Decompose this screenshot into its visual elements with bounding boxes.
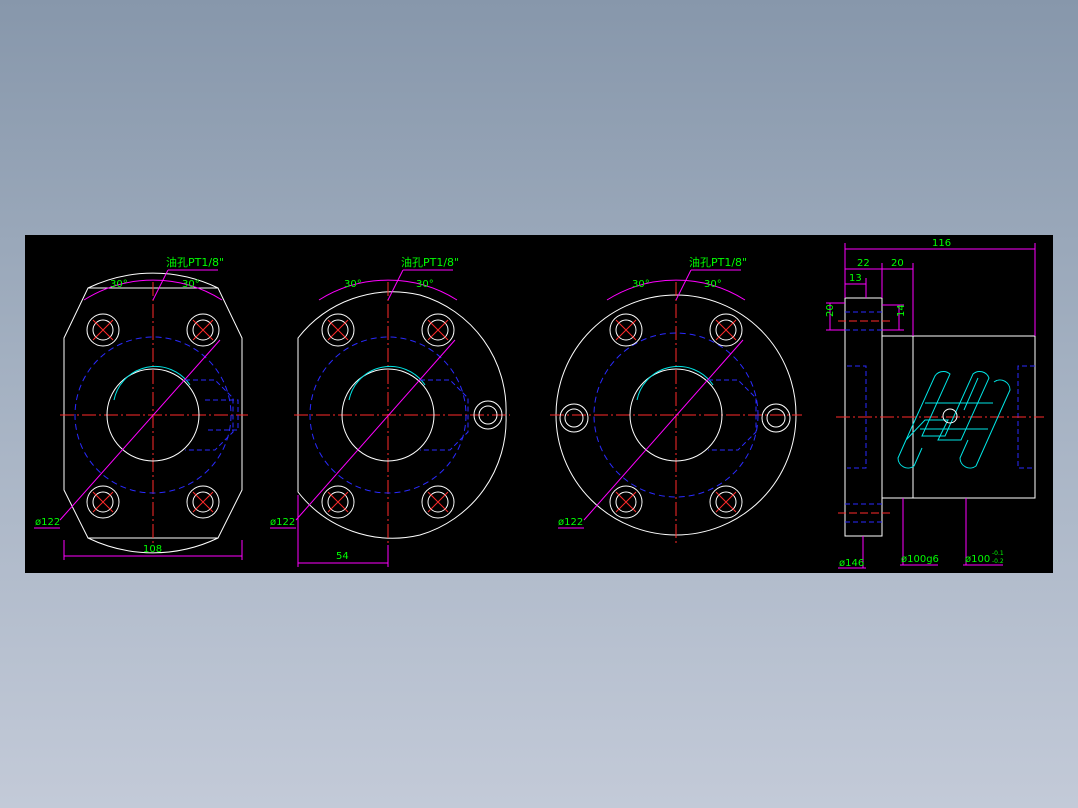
side-tol-lower: -0.2 (992, 558, 1004, 565)
flange-c-oil-label: 油孔PT1/8" (689, 255, 747, 269)
flange-b-angle-right: 30° (416, 279, 434, 290)
flange-c-angle-right: 30° (704, 279, 722, 290)
side-body-dia-label: ø100g6 (901, 554, 939, 565)
side-hole-height-label: 20 (825, 304, 836, 317)
drawing-sheet (25, 235, 1053, 573)
flange-c-angle-left: 30° (632, 279, 650, 290)
flange-b-oil-label: 油孔PT1/8" (401, 255, 459, 269)
flange-a-dia-label: ø122 (35, 517, 60, 528)
side-length-label: 116 (932, 238, 951, 249)
side-tol-upper: -0.1 (992, 550, 1004, 557)
flange-b-dia-label: ø122 (270, 517, 295, 528)
flange-a-oil-label: 油孔PT1/8" (166, 255, 224, 269)
flange-c-dia-label: ø122 (558, 517, 583, 528)
side-step-label: 20 (891, 258, 904, 269)
side-counterbore-label: 14 (896, 304, 907, 317)
flange-b-angle-left: 30° (344, 279, 362, 290)
flange-a-angle-left: 30° (110, 279, 128, 290)
side-nut-dia-label: ø100 (965, 554, 990, 565)
side-flange-dia-label: ø146 (839, 558, 864, 569)
side-flange-thickness-label: 22 (857, 258, 870, 269)
flange-a-width-label: 108 (143, 544, 162, 555)
flange-b-offset-label: 54 (336, 551, 349, 562)
flange-a-angle-right: 30° (182, 279, 200, 290)
side-hole-offset-label: 13 (849, 273, 862, 284)
cad-viewport[interactable]: 30° 30° 油孔PT1/8" ø122 108 30° 30° 油孔PT1/… (0, 0, 1078, 808)
